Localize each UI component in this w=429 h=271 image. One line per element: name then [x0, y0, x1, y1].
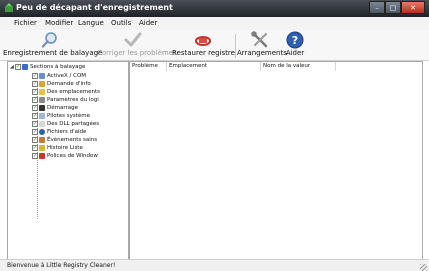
tree-item-startup[interactable]: ✓ Démarrage: [32, 104, 78, 112]
item-checkbox[interactable]: ✓: [32, 73, 38, 79]
tree-item-sounds[interactable]: ✓ Évènements sains: [32, 136, 97, 144]
item-checkbox[interactable]: ✓: [32, 129, 38, 135]
dll-icon: [39, 121, 45, 127]
tree-item-label: Démarrage: [47, 105, 79, 111]
restore-button[interactable]: Restaurer registre: [172, 30, 235, 60]
tree-item-label: ActiveX / COM: [47, 73, 87, 79]
tools-icon: [251, 31, 268, 48]
root-checkbox[interactable]: ✓: [15, 64, 21, 70]
tree-item-locations[interactable]: ✓ Des emplacements: [32, 88, 100, 96]
title-bar[interactable]: Peu de décapant d'enregistrement – □ ✕: [0, 0, 429, 17]
scan-button[interactable]: Enregistrement de balayage: [3, 30, 103, 60]
tree-item-software[interactable]: ✓ Paramètres du logi: [32, 96, 99, 104]
menu-fichier[interactable]: Fichier: [14, 18, 37, 29]
item-checkbox[interactable]: ✓: [32, 97, 38, 103]
help-label: Aider: [285, 49, 305, 57]
sections-tree[interactable]: ◢ ✓ Sections à balayage ✓ ActiveX / COM …: [7, 61, 129, 260]
tree-root-label: Sections à balayage: [30, 64, 86, 70]
column-header-location[interactable]: Emplacement: [167, 62, 261, 71]
activex-icon: [39, 73, 45, 79]
item-checkbox[interactable]: ✓: [32, 153, 38, 159]
tree-item-fonts[interactable]: ✓ Polices de Window: [32, 152, 98, 160]
close-button[interactable]: ✕: [401, 1, 425, 14]
tree-item-label: Demande d'info: [47, 81, 91, 87]
app-icon: [5, 3, 13, 12]
tree-item-label: Des emplacements: [47, 89, 101, 95]
tree-item-label: Des DLL partagées: [47, 121, 100, 127]
app-window: Peu de décapant d'enregistrement – □ ✕ F…: [0, 0, 429, 271]
history-icon: [39, 145, 45, 151]
window-controls: – □ ✕: [369, 1, 425, 14]
tree-item-dlls[interactable]: ✓ Des DLL partagées: [32, 120, 99, 128]
scan-label: Enregistrement de balayage: [3, 49, 103, 57]
driver-icon: [39, 113, 45, 119]
item-checkbox[interactable]: ✓: [32, 121, 38, 127]
fix-button[interactable]: Corriger les problèmes: [97, 30, 177, 60]
magnifier-icon: [41, 32, 57, 48]
settings-icon: [39, 97, 45, 103]
help-button[interactable]: ? Aider: [285, 30, 305, 60]
column-header-value-name[interactable]: Nom de la valeur: [261, 62, 336, 71]
tree-item-label: Fichiers d'aide: [47, 129, 87, 135]
status-bar: Bienvenue à Little Registry Cleaner!: [0, 259, 429, 271]
menu-outils[interactable]: Outils: [111, 18, 131, 29]
item-checkbox[interactable]: ✓: [32, 113, 38, 119]
maximize-button[interactable]: □: [385, 1, 401, 14]
settings-button[interactable]: Arrangements: [237, 30, 287, 60]
tree-item-label: Pilotes système: [47, 113, 91, 119]
menu-modifier[interactable]: Modifier: [45, 18, 73, 29]
item-checkbox[interactable]: ✓: [32, 89, 38, 95]
monitor-icon: [39, 105, 45, 111]
column-header-problem[interactable]: Problème: [130, 62, 167, 71]
tree-item-label: Paramètres du logi: [47, 97, 99, 103]
minimize-button[interactable]: –: [369, 1, 385, 14]
item-checkbox[interactable]: ✓: [32, 81, 38, 87]
item-checkbox[interactable]: ✓: [32, 105, 38, 111]
tree-item-info[interactable]: ✓ Demande d'info: [32, 80, 91, 88]
sound-icon: [39, 137, 45, 143]
tree-root[interactable]: ◢ ✓ Sections à balayage: [10, 63, 85, 71]
tree-item-history[interactable]: ✓ Histoire Liste: [32, 144, 83, 152]
restore-label: Restaurer registre: [172, 49, 235, 57]
tree-item-activex[interactable]: ✓ ActiveX / COM: [32, 72, 86, 80]
tree-item-help[interactable]: ✓ Fichiers d'aide: [32, 128, 86, 136]
menu-bar: Fichier Modifier Langue Outils Aider: [0, 17, 429, 30]
tree-item-label: Histoire Liste: [47, 145, 83, 151]
resize-grip[interactable]: [420, 264, 427, 271]
toolbar: Enregistrement de balayage Corriger les …: [0, 30, 429, 61]
results-list[interactable]: Problème Emplacement Nom de la valeur: [129, 61, 423, 260]
restore-icon: [195, 36, 211, 46]
tree-item-label: Évènements sains: [47, 137, 98, 143]
fix-label: Corriger les problèmes: [97, 49, 177, 57]
window-title: Peu de décapant d'enregistrement: [16, 3, 173, 12]
tree-item-drivers[interactable]: ✓ Pilotes système: [32, 112, 90, 120]
info-icon: [39, 81, 45, 87]
item-checkbox[interactable]: ✓: [32, 137, 38, 143]
folder-icon: [39, 89, 45, 95]
help-file-icon: [39, 129, 45, 135]
toolbar-separator: [235, 34, 236, 58]
tree-item-label: Polices de Window: [47, 153, 98, 159]
item-checkbox[interactable]: ✓: [32, 145, 38, 151]
settings-label: Arrangements: [237, 49, 287, 57]
menu-langue[interactable]: Langue: [78, 18, 104, 29]
svg-text:?: ?: [292, 34, 298, 47]
menu-aider[interactable]: Aider: [139, 18, 157, 29]
computer-icon: [22, 64, 28, 70]
help-icon: ?: [286, 31, 304, 49]
checkmark-icon: [124, 32, 142, 47]
status-text: Bienvenue à Little Registry Cleaner!: [7, 262, 116, 269]
font-icon: [39, 153, 45, 159]
